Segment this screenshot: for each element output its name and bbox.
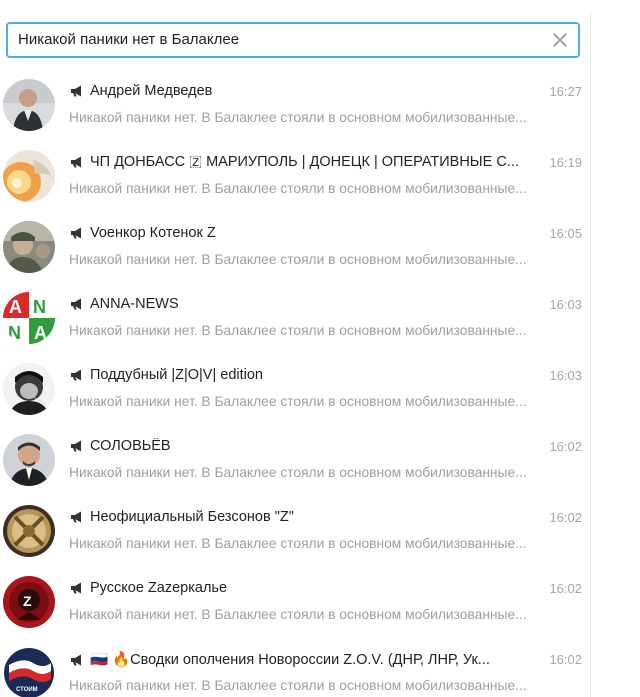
megaphone-icon bbox=[71, 654, 81, 666]
timestamp: 16:03 bbox=[549, 297, 582, 312]
timestamp: 16:02 bbox=[549, 581, 582, 596]
avatar bbox=[3, 434, 55, 486]
chat-title: Русское Zazеркалье bbox=[70, 580, 540, 600]
avatar: A N N A bbox=[3, 292, 55, 344]
svg-text:N: N bbox=[33, 297, 46, 317]
message-preview: Никакой паники нет. В Балаклее стояли в … bbox=[69, 181, 527, 196]
list-item[interactable]: Voенкор Котенок Z 16:05 Никакой паники н… bbox=[0, 212, 590, 283]
avatar bbox=[3, 363, 55, 415]
megaphone-icon bbox=[71, 582, 81, 594]
megaphone-icon bbox=[71, 85, 81, 97]
search-results-panel: Андрей Медведев 16:27 Никакой паники нет… bbox=[0, 12, 591, 697]
message-preview: Никакой паники нет. В Балаклее стояли в … bbox=[69, 252, 527, 267]
list-item[interactable]: A N N A ANNA-NEWS 16:03 Никакой паники н… bbox=[0, 283, 590, 354]
message-preview: Никакой паники нет. В Балаклее стояли в … bbox=[69, 536, 527, 551]
timestamp: 16:27 bbox=[549, 84, 582, 99]
megaphone-icon bbox=[71, 440, 81, 452]
message-preview: Никакой паники нет. В Балаклее стояли в … bbox=[69, 465, 527, 480]
list-item[interactable]: ЧП ДОНБАСС 🇿 МАРИУПОЛЬ | ДОНЕЦК | ОПЕРАТ… bbox=[0, 141, 590, 212]
timestamp: 16:02 bbox=[549, 652, 582, 667]
avatar: СТОИМ bbox=[3, 647, 55, 697]
search-input[interactable] bbox=[18, 24, 538, 56]
message-preview: Никакой паники нет. В Балаклее стояли в … bbox=[69, 678, 527, 693]
chat-title: СОЛОВЬЁВ bbox=[70, 438, 540, 458]
timestamp: 16:05 bbox=[549, 226, 582, 241]
svg-text:СТОИМ: СТОИМ bbox=[16, 687, 38, 693]
timestamp: 16:19 bbox=[549, 155, 582, 170]
megaphone-icon bbox=[71, 369, 81, 381]
results-list: Андрей Медведев 16:27 Никакой паники нет… bbox=[0, 70, 590, 697]
search-box[interactable] bbox=[6, 22, 580, 58]
chat-title: 🇷🇺 🔥Сводки ополчения Новороссии Z.O.V. (… bbox=[70, 651, 540, 671]
timestamp: 16:02 bbox=[549, 510, 582, 525]
message-preview: Никакой паники нет. В Балаклее стояли в … bbox=[69, 110, 527, 125]
list-item[interactable]: Поддубный |Z|O|V| edition 16:03 Никакой … bbox=[0, 354, 590, 425]
list-item[interactable]: СОЛОВЬЁВ 16:02 Никакой паники нет. В Бал… bbox=[0, 425, 590, 496]
avatar bbox=[3, 505, 55, 557]
chat-title: Неофициальный Безсонов "Z" bbox=[70, 509, 540, 529]
svg-text:Z: Z bbox=[23, 593, 32, 609]
list-item[interactable]: Неофициальный Безсонов "Z" 16:02 Никакой… bbox=[0, 496, 590, 567]
chat-title: Поддубный |Z|O|V| edition bbox=[70, 367, 540, 387]
close-icon[interactable] bbox=[550, 30, 570, 50]
avatar bbox=[3, 221, 55, 273]
chat-title: Андрей Медведев bbox=[70, 83, 540, 103]
message-preview: Никакой паники нет. В Балаклее стояли в … bbox=[69, 607, 527, 622]
megaphone-icon bbox=[71, 511, 81, 523]
chat-title: ANNA-NEWS bbox=[70, 296, 540, 316]
avatar bbox=[3, 150, 55, 202]
timestamp: 16:03 bbox=[549, 368, 582, 383]
avatar bbox=[3, 79, 55, 131]
message-preview: Никакой паники нет. В Балаклее стояли в … bbox=[69, 394, 527, 409]
chat-title: Voенкор Котенок Z bbox=[70, 225, 540, 245]
svg-text:A: A bbox=[34, 323, 47, 343]
svg-text:A: A bbox=[9, 297, 22, 317]
megaphone-icon bbox=[71, 227, 81, 239]
svg-text:N: N bbox=[8, 323, 21, 343]
avatar: Z bbox=[3, 576, 55, 628]
list-item[interactable]: Андрей Медведев 16:27 Никакой паники нет… bbox=[0, 70, 590, 141]
timestamp: 16:02 bbox=[549, 439, 582, 454]
list-item[interactable]: СТОИМ 🇷🇺 🔥Сводки ополчения Новороссии Z.… bbox=[0, 638, 590, 697]
message-preview: Никакой паники нет. В Балаклее стояли в … bbox=[69, 323, 527, 338]
megaphone-icon bbox=[71, 156, 81, 168]
list-item[interactable]: Z Русское Zazеркалье 16:02 Никакой паник… bbox=[0, 567, 590, 638]
chat-title: ЧП ДОНБАСС 🇿 МАРИУПОЛЬ | ДОНЕЦК | ОПЕРАТ… bbox=[70, 154, 540, 174]
window: Андрей Медведев 16:27 Никакой паники нет… bbox=[0, 0, 640, 697]
megaphone-icon bbox=[71, 298, 81, 310]
